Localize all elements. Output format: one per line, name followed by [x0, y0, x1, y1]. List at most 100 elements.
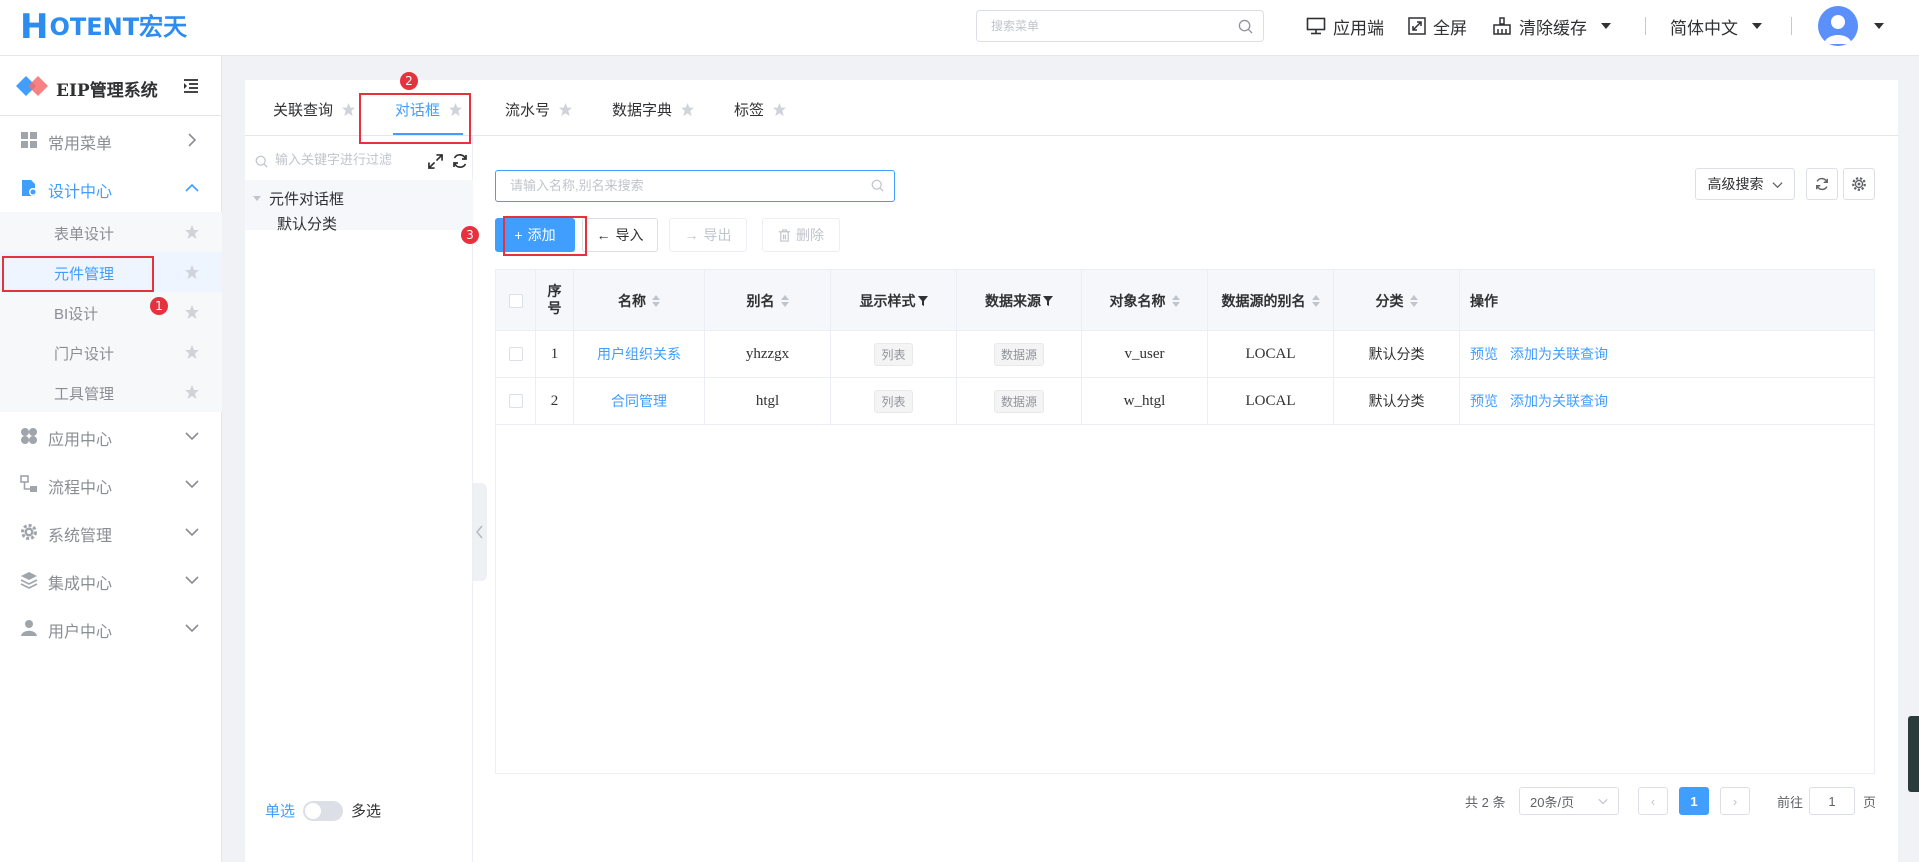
chevron-down-icon [1598, 798, 1608, 805]
page-size-select[interactable]: 20条/页 [1519, 787, 1619, 815]
add-to-related-query-link[interactable]: 添加为关联查询 [1510, 391, 1608, 411]
preview-link[interactable]: 预览 [1470, 344, 1498, 364]
panel-collapse-handle[interactable] [473, 483, 487, 581]
sidebar-item-app-center[interactable]: 应用中心 [0, 412, 222, 460]
sidebar-item-common-menu[interactable]: 常用菜单 [0, 116, 222, 164]
language-dropdown[interactable]: 简体中文 [1670, 14, 1762, 38]
app-client-label: 应用端 [1333, 18, 1384, 38]
mode-switch[interactable] [303, 800, 344, 821]
clear-cache-button[interactable]: 清除缓存 [1492, 14, 1611, 38]
refresh-button[interactable] [1806, 168, 1838, 200]
header-category[interactable]: 分类 [1334, 270, 1460, 331]
filter-icon[interactable] [917, 295, 928, 306]
checkbox[interactable] [508, 293, 523, 308]
star-icon[interactable] [341, 102, 356, 117]
star-icon[interactable] [558, 102, 573, 117]
advanced-search-button[interactable]: 高级搜索 [1695, 168, 1795, 200]
settings-button[interactable] [1843, 168, 1875, 200]
add-to-related-query-link[interactable]: 添加为关联查询 [1510, 344, 1608, 364]
checkbox[interactable] [508, 347, 523, 361]
star-icon[interactable] [184, 264, 200, 280]
preview-link[interactable]: 预览 [1470, 391, 1498, 411]
row-name-link[interactable]: 合同管理 [574, 378, 705, 424]
star-icon[interactable] [184, 224, 200, 240]
tree-node-root[interactable]: 元件对话框 [253, 188, 344, 209]
expand-icon[interactable] [428, 154, 443, 169]
header-name[interactable]: 名称 [574, 270, 705, 331]
delete-button[interactable]: 删除 [762, 218, 840, 252]
caret-down-icon[interactable] [253, 196, 261, 201]
table-row[interactable]: 2 合同管理 htgl 列表 数据源 w_htgl LOCAL 默认分类 预览 … [496, 378, 1874, 425]
search-icon[interactable] [1238, 19, 1253, 37]
star-icon[interactable] [184, 304, 200, 320]
sidebar-item-system-management[interactable]: 系统管理 [0, 508, 222, 556]
sidebar-subitem-form-design[interactable]: 表单设计 [0, 212, 222, 252]
single-select-label[interactable]: 单选 [265, 800, 295, 821]
apps-icon [21, 428, 37, 444]
tab-data-dictionary[interactable]: 数据字典 [612, 98, 695, 120]
row-select[interactable] [496, 378, 536, 424]
sort-icon[interactable] [1311, 294, 1320, 307]
menu-search-input[interactable] [991, 17, 1221, 35]
star-icon[interactable] [680, 102, 695, 117]
export-button[interactable]: → 导出 [669, 218, 747, 252]
goto-page-input[interactable]: 1 [1809, 787, 1855, 815]
tab-related-query[interactable]: 关联查询 [273, 98, 356, 120]
prev-page-button[interactable]: ‹ [1638, 787, 1668, 815]
filter-icon[interactable] [1043, 295, 1053, 306]
sidebar-subitem-portal-design[interactable]: 门户设计 [0, 332, 222, 372]
header-alias[interactable]: 别名 [705, 270, 831, 331]
annotation-box-3 [503, 216, 587, 256]
chevron-down-icon[interactable] [1874, 23, 1884, 29]
sort-icon[interactable] [1409, 294, 1418, 307]
row-index: 1 [536, 331, 574, 377]
header-data-source[interactable]: 数据来源 [957, 270, 1082, 331]
divider [1791, 17, 1792, 35]
multi-select-label[interactable]: 多选 [351, 800, 381, 821]
star-icon[interactable] [184, 384, 200, 400]
tree-filter-input[interactable] [275, 152, 415, 167]
tab-serial-number[interactable]: 流水号 [505, 98, 573, 120]
sort-icon[interactable] [652, 294, 660, 307]
refresh-icon[interactable] [452, 153, 468, 169]
fullscreen-button[interactable]: 全屏 [1408, 14, 1467, 38]
row-name-link[interactable]: 用户组织关系 [574, 331, 705, 377]
header-object-name[interactable]: 对象名称 [1082, 270, 1208, 331]
sidebar-item-process-center[interactable]: 流程中心 [0, 460, 222, 508]
row-object-name: v_user [1082, 331, 1208, 377]
sidebar-item-design-center[interactable]: 设计中心 [0, 164, 222, 212]
checkbox[interactable] [508, 394, 523, 408]
annotation-marker-1: 1 [150, 297, 168, 315]
next-page-button[interactable]: › [1720, 787, 1750, 815]
header-datasource-alias[interactable]: 数据源的别名 [1208, 270, 1334, 331]
search-icon[interactable] [871, 179, 884, 195]
menu-fold-icon[interactable] [183, 78, 199, 94]
chevron-down-icon [185, 624, 199, 633]
divider [1645, 17, 1646, 35]
sidebar-item-user-center[interactable]: 用户中心 [0, 604, 222, 652]
page-number-current[interactable]: 1 [1679, 787, 1709, 815]
star-icon[interactable] [772, 102, 787, 117]
sidebar-subitem-bi-design[interactable]: BI设计 [0, 292, 222, 332]
row-select[interactable] [496, 331, 536, 377]
header-display-style[interactable]: 显示样式 [831, 270, 957, 331]
tree-filter[interactable] [253, 152, 475, 172]
tab-tags[interactable]: 标签 [734, 98, 787, 120]
sidebar: EIP管理系统 常用菜单 设计中心 表单设计 元件管理 BI设计 门户设计 工具… [0, 56, 222, 862]
header-select-all[interactable] [496, 270, 536, 331]
name-alias-search-input[interactable] [510, 178, 850, 193]
sort-icon[interactable] [1171, 294, 1180, 307]
sidebar-subitem-tool-management[interactable]: 工具管理 [0, 372, 222, 412]
table-row[interactable]: 1 用户组织关系 yhzzgx 列表 数据源 v_user LOCAL 默认分类… [496, 331, 1874, 378]
sort-icon[interactable] [780, 294, 789, 307]
hotent-logo[interactable]: H OTENT宏天 [20, 10, 187, 44]
tree-node-default-category[interactable]: 默认分类 [277, 213, 337, 234]
sidebar-item-integration-center[interactable]: 集成中心 [0, 556, 222, 604]
side-widget[interactable] [1908, 716, 1919, 792]
star-icon[interactable] [184, 344, 200, 360]
menu-search-box[interactable] [976, 10, 1264, 42]
app-client-button[interactable]: 应用端 [1306, 14, 1384, 38]
user-avatar[interactable] [1818, 6, 1858, 46]
import-button[interactable]: ← 导入 [582, 218, 658, 252]
name-alias-search[interactable] [495, 170, 895, 202]
